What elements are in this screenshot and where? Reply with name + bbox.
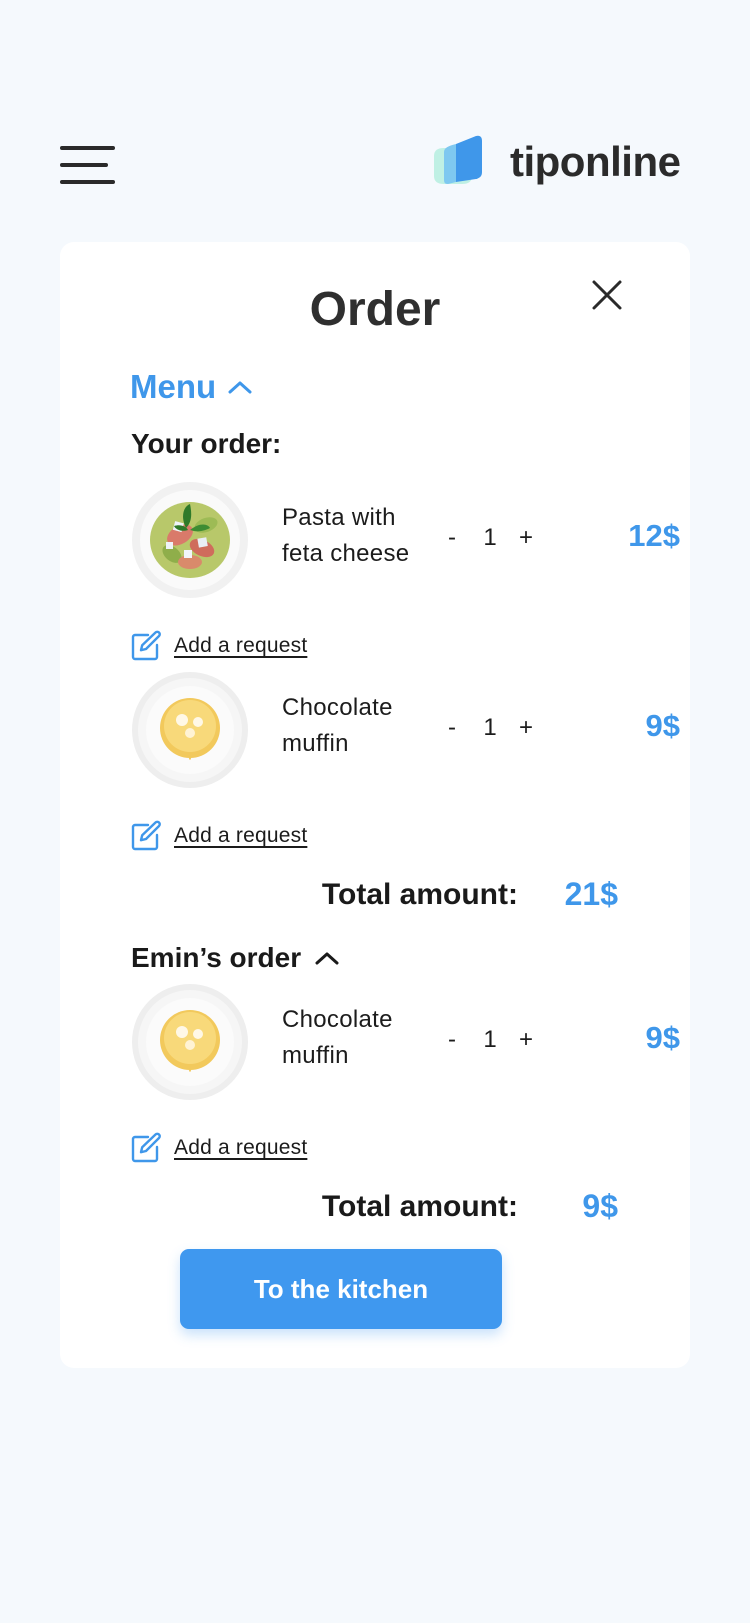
emins-order-total: Total amount: 9$: [60, 1188, 618, 1230]
quantity-stepper: - 1 +: [442, 524, 542, 560]
chevron-up-icon: [228, 380, 252, 394]
order-item: Pasta with feta cheese - 1 + 12$: [130, 480, 680, 602]
chevron-up-icon: [315, 951, 339, 965]
to-the-kitchen-button[interactable]: To the kitchen: [180, 1249, 502, 1329]
total-label: Total amount:: [321, 1190, 518, 1223]
brand-name: tiponline: [510, 138, 681, 185]
item-name: Chocolate muffin: [282, 1006, 393, 1069]
menu-toggle-label: Menu: [130, 368, 217, 405]
add-request-link[interactable]: Add a request: [130, 630, 307, 662]
total-label: Total amount:: [321, 878, 518, 911]
edit-icon: [130, 820, 162, 852]
item-price: 12$: [628, 518, 680, 553]
increase-button[interactable]: +: [516, 1026, 536, 1054]
order-panel: Order Menu Your order: Pasta with feta c…: [60, 242, 690, 1368]
muffin-plate-image: [130, 982, 250, 1102]
emins-order-toggle[interactable]: Emin’s order: [131, 942, 339, 974]
total-value: 9$: [582, 1188, 618, 1224]
add-request-label: Add a request: [174, 824, 308, 847]
your-order-total: Total amount: 21$: [60, 876, 618, 918]
hamburger-line: [60, 146, 115, 150]
increase-button[interactable]: +: [516, 524, 536, 552]
item-price: 9$: [645, 708, 680, 743]
quantity-stepper: - 1 +: [442, 1026, 542, 1062]
add-request-label: Add a request: [174, 634, 308, 657]
order-item: Chocolate muffin - 1 + 9$: [130, 670, 680, 792]
hamburger-icon[interactable]: [60, 146, 116, 186]
item-name: Pasta with feta cheese: [282, 504, 410, 567]
app-page: tiponline Order Menu Your order: Pasta w…: [0, 0, 750, 1623]
quantity-stepper: - 1 +: [442, 714, 542, 750]
close-icon[interactable]: [590, 278, 624, 312]
muffin-plate-image: [130, 670, 250, 790]
pasta-plate-image: [130, 480, 250, 600]
decrease-button[interactable]: -: [442, 1026, 462, 1054]
edit-icon: [130, 630, 162, 662]
item-name: Chocolate muffin: [282, 694, 393, 757]
add-request-link[interactable]: Add a request: [130, 1132, 307, 1164]
increase-button[interactable]: +: [516, 714, 536, 742]
quantity-value: 1: [483, 524, 497, 551]
total-value: 21$: [564, 876, 618, 912]
add-request-label: Add a request: [174, 1136, 308, 1159]
hamburger-line: [60, 163, 108, 167]
brand-logo[interactable]: tiponline: [430, 134, 690, 194]
your-order-heading: Your order:: [131, 428, 282, 459]
decrease-button[interactable]: -: [442, 524, 462, 552]
emins-order-heading: Emin’s order: [131, 942, 302, 973]
quantity-value: 1: [483, 1026, 497, 1053]
item-price: 9$: [645, 1020, 680, 1055]
speech-bubble-logo-icon: [434, 135, 482, 184]
edit-icon: [130, 1132, 162, 1164]
menu-toggle[interactable]: Menu: [130, 368, 252, 406]
decrease-button[interactable]: -: [442, 714, 462, 742]
quantity-value: 1: [483, 714, 497, 741]
order-item: Chocolate muffin - 1 + 9$: [130, 982, 680, 1104]
hamburger-line: [60, 180, 115, 184]
add-request-link[interactable]: Add a request: [130, 820, 307, 852]
